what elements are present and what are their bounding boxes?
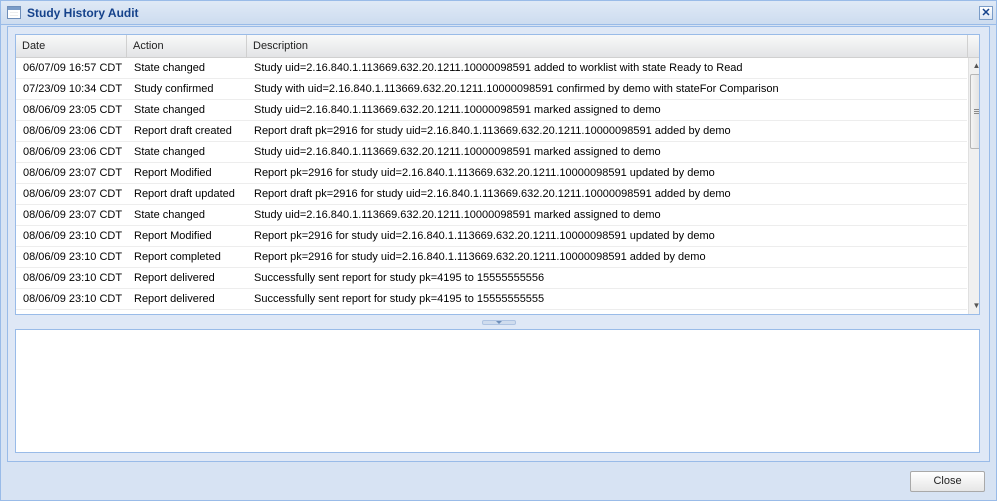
collapse-arrow-icon[interactable]	[482, 320, 516, 325]
cell-action: Report completed	[134, 251, 221, 263]
cell-description: Report pk=2916 for study uid=2.16.840.1.…	[254, 251, 706, 263]
cell-date: 08/06/09 23:07 CDT	[23, 167, 123, 179]
cell-description: Successfully sent report for study pk=41…	[254, 272, 545, 284]
cell-description: Study uid=2.16.840.1.113669.632.20.1211.…	[254, 209, 661, 221]
table-icon	[7, 6, 21, 19]
scroll-down-icon[interactable]: ▼	[969, 298, 979, 314]
table-row[interactable]: 08/06/09 23:10 CDT Report Modified Report …	[16, 226, 967, 247]
cell-action: State changed	[134, 209, 205, 221]
cell-description: Study uid=2.16.840.1.113669.632.20.1211.…	[254, 62, 743, 74]
cell-date: 08/06/09 23:06 CDT	[23, 146, 123, 158]
table-row[interactable]: 08/06/09 23:07 CDT State changed Study uid…	[16, 205, 967, 226]
panel-splitter[interactable]	[8, 319, 989, 327]
cell-date: 06/07/09 16:57 CDT	[23, 62, 123, 74]
cell-date: 08/06/09 23:10 CDT	[23, 251, 123, 263]
cell-action: Report delivered	[134, 272, 215, 284]
grid-rows: 06/07/09 16:57 CDT State changed Study uid…	[16, 58, 967, 314]
table-row[interactable]: 08/06/09 23:10 CDT Report completed Report…	[16, 247, 967, 268]
detail-panel	[15, 329, 980, 453]
cell-action: State changed	[134, 104, 205, 116]
cell-date: 08/06/09 23:06 CDT	[23, 125, 123, 137]
cell-action: Report draft created	[134, 125, 232, 137]
cell-description: Study uid=2.16.840.1.113669.632.20.1211.…	[254, 146, 661, 158]
cell-action: Report Modified	[134, 167, 212, 179]
column-header-action[interactable]: Action	[127, 35, 247, 57]
window-body: Date Action Description 06/07/09 16:57 C…	[7, 26, 990, 462]
table-row[interactable]: 08/06/09 23:06 CDT State changed Study uid…	[16, 142, 967, 163]
table-row[interactable]: 08/06/09 23:05 CDT State changed Study uid…	[16, 100, 967, 121]
cell-action: Report draft updated	[134, 188, 235, 200]
table-row[interactable]: 08/06/09 23:07 CDT Report Modified Report …	[16, 163, 967, 184]
grid-vertical-scrollbar[interactable]: ▲ ▼	[968, 58, 979, 314]
window-titlebar[interactable]: Study History Audit ✕	[1, 1, 996, 25]
scroll-up-icon[interactable]: ▲	[969, 58, 979, 74]
cell-date: 08/06/09 23:10 CDT	[23, 272, 123, 284]
cell-description: Report draft pk=2916 for study uid=2.16.…	[254, 125, 731, 137]
cell-date: 08/06/09 23:05 CDT	[23, 104, 123, 116]
table-row[interactable]: 08/06/09 23:10 CDT Report delivered Succes…	[16, 289, 967, 310]
table-row[interactable]: 08/06/09 23:10 CDT Report delivered Succes…	[16, 268, 967, 289]
cell-date: 08/06/09 23:07 CDT	[23, 209, 123, 221]
cell-date: 08/06/09 23:10 CDT	[23, 230, 123, 242]
cell-description: Study with uid=2.16.840.1.113669.632.20.…	[254, 83, 779, 95]
cell-date: 08/06/09 23:10 CDT	[23, 293, 123, 305]
cell-action: Report delivered	[134, 293, 215, 305]
cell-description: Report pk=2916 for study uid=2.16.840.1.…	[254, 230, 715, 242]
close-button[interactable]: Close	[910, 471, 985, 492]
cell-action: Study confirmed	[134, 83, 214, 95]
grid-header: Date Action Description	[16, 35, 979, 58]
cell-action: State changed	[134, 146, 205, 158]
cell-description: Report draft pk=2916 for study uid=2.16.…	[254, 188, 731, 200]
close-icon[interactable]: ✕	[979, 6, 993, 20]
cell-description: Successfully sent report for study pk=41…	[254, 293, 545, 305]
table-row[interactable]: 08/06/09 23:06 CDT Report draft created Re…	[16, 121, 967, 142]
cell-date: 07/23/09 10:34 CDT	[23, 83, 123, 95]
audit-grid: Date Action Description 06/07/09 16:57 C…	[15, 34, 980, 315]
study-history-audit-window: Study History Audit ✕ Date Action Descri…	[0, 0, 997, 501]
table-row[interactable]: 08/06/09 23:07 CDT Report draft updated Re…	[16, 184, 967, 205]
column-header-date[interactable]: Date	[16, 35, 127, 57]
scrollbar-thumb[interactable]	[970, 74, 979, 149]
cell-date: 08/06/09 23:07 CDT	[23, 188, 123, 200]
table-row[interactable]: 06/07/09 16:57 CDT State changed Study uid…	[16, 58, 967, 79]
cell-action: Report Modified	[134, 230, 212, 242]
cell-action: State changed	[134, 62, 205, 74]
cell-description: Report pk=2916 for study uid=2.16.840.1.…	[254, 167, 715, 179]
column-header-description[interactable]: Description	[247, 35, 968, 57]
cell-description: Study uid=2.16.840.1.113669.632.20.1211.…	[254, 104, 661, 116]
table-row[interactable]: 07/23/09 10:34 CDT Study confirmed Study w…	[16, 79, 967, 100]
window-title: Study History Audit	[27, 6, 139, 20]
